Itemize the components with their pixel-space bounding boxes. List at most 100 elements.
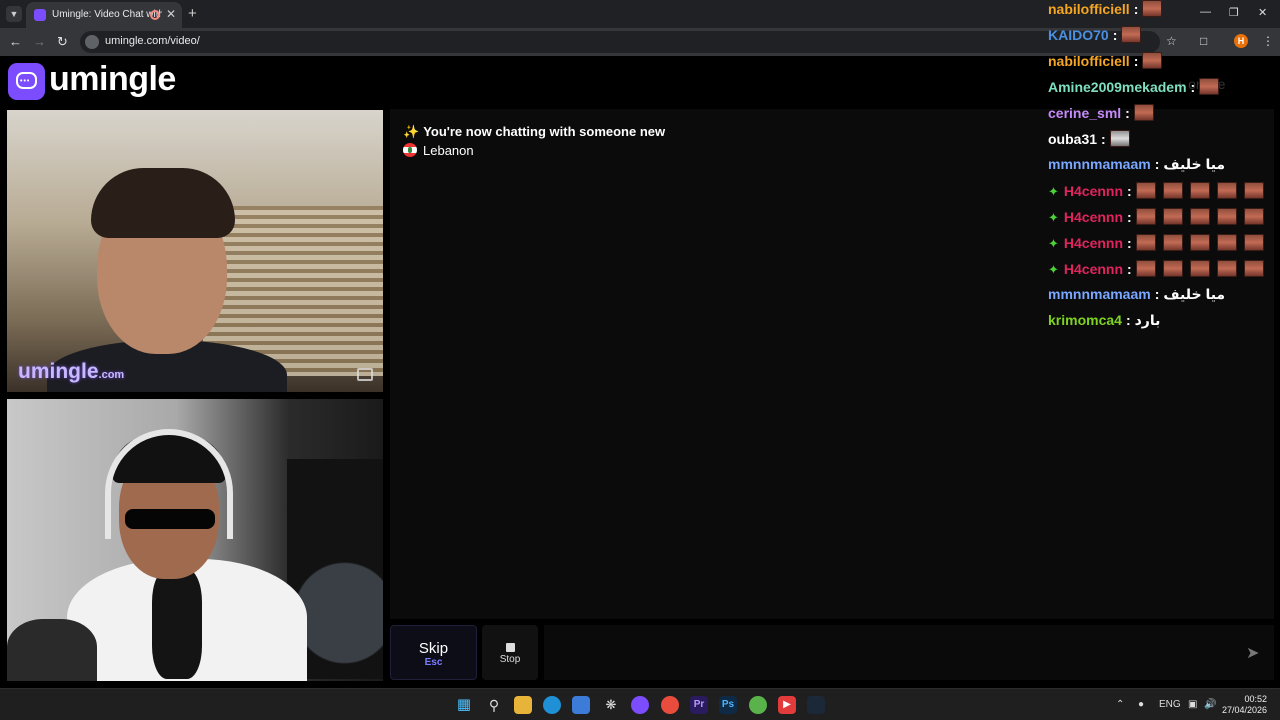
chat-message: krimomca4: بارد <box>1048 312 1160 332</box>
microphone <box>7 619 97 681</box>
umingle-logo-icon[interactable]: ••• <box>8 63 45 100</box>
forward-icon[interactable]: → <box>33 34 46 49</box>
site-info-icon[interactable] <box>85 35 99 49</box>
chat-message: ouba31: <box>1048 130 1137 150</box>
face-emote-icon <box>1216 182 1237 199</box>
face-emote-icon <box>1243 234 1264 251</box>
chat-username[interactable]: Amine2009mekadem <box>1048 79 1187 95</box>
chat-username[interactable]: ouba31 <box>1048 131 1097 147</box>
chat-message: nabilofficiell: <box>1048 0 1169 20</box>
windows-taskbar: ▦ ⚲ ❋ Pr Ps ▶ ⌃ ● ENG ▣ 🔊 00:52 27/04/20… <box>0 688 1280 720</box>
chat-username[interactable]: krimomca4 <box>1048 312 1122 328</box>
microphone-icon[interactable]: ● <box>1138 699 1144 710</box>
media-player-icon[interactable]: ▶ <box>778 696 796 714</box>
file-explorer-icon[interactable] <box>514 696 532 714</box>
tray-overflow-icon[interactable]: ⌃ <box>1116 699 1124 710</box>
chat-separator: : <box>1125 105 1130 121</box>
chat-message: ✦ H4cennn: <box>1048 234 1271 254</box>
photoshop-icon[interactable]: Ps <box>719 696 737 714</box>
chat-message: mmnnmamaam: ميا خليف <box>1048 156 1225 176</box>
chat-username[interactable]: cerine_sml <box>1048 105 1121 121</box>
reload-icon[interactable]: ↻ <box>57 34 68 50</box>
face-emote-icon <box>1162 260 1183 277</box>
start-icon[interactable]: ▦ <box>455 696 473 714</box>
skip-button[interactable]: Skip Esc <box>390 625 477 680</box>
back-icon[interactable]: ← <box>9 34 22 49</box>
chat-username[interactable]: nabilofficiell <box>1048 1 1130 17</box>
dots-icon: ••• <box>20 78 31 85</box>
store-icon[interactable] <box>572 696 590 714</box>
chat-username[interactable]: mmnnmamaam <box>1048 156 1151 172</box>
chat-username[interactable]: H4cennn <box>1064 183 1123 199</box>
chat-message: mmnnmamaam: ميا خليف <box>1048 286 1225 306</box>
face-emote-icon <box>1243 260 1264 277</box>
chat-message: Amine2009mekadem: <box>1048 78 1226 98</box>
chat-separator: : <box>1154 286 1160 302</box>
clock[interactable]: 00:52 27/04/2026 <box>1222 694 1267 716</box>
chat-username[interactable]: H4cennn <box>1064 209 1123 225</box>
chat-username[interactable]: KAIDO70 <box>1048 27 1109 43</box>
face-emote-icon <box>1135 208 1156 225</box>
chat-separator: : <box>1112 27 1118 43</box>
utorrent-icon[interactable] <box>749 696 767 714</box>
screen: ▼ Umingle: Video Chat with S ✕ + — ❐ ✕ ←… <box>0 0 1280 720</box>
lebanon-flag-icon <box>403 143 417 157</box>
volume-icon[interactable]: 🔊 <box>1204 699 1216 710</box>
clock-time: 00:52 <box>1244 694 1268 704</box>
stranger-hair <box>91 168 235 238</box>
send-icon[interactable]: ➤ <box>1246 643 1259 663</box>
sparkle-icon: ✨ <box>403 124 420 139</box>
umingle-favicon-icon <box>34 9 46 21</box>
face-emote-icon <box>1216 234 1237 251</box>
language-indicator[interactable]: ENG <box>1159 699 1181 710</box>
steam-icon[interactable] <box>807 696 825 714</box>
face-emote-icon <box>1142 0 1163 17</box>
app-icon[interactable] <box>631 696 649 714</box>
chat-username[interactable]: H4cennn <box>1064 261 1123 277</box>
message-input[interactable] <box>544 625 1274 680</box>
country-name: Lebanon <box>423 143 474 158</box>
logo-text[interactable]: umingle <box>49 60 176 99</box>
tab-search-icon[interactable]: ▼ <box>6 6 22 22</box>
browser-tab[interactable]: Umingle: Video Chat with S ✕ <box>26 2 182 28</box>
chat-separator: : <box>1154 156 1160 172</box>
search-icon[interactable]: ⚲ <box>485 696 503 714</box>
report-flag-icon[interactable] <box>357 368 373 381</box>
close-tab-icon[interactable]: ✕ <box>166 7 176 21</box>
face-emote-icon <box>1243 182 1264 199</box>
chat-text: بارد <box>1134 312 1161 328</box>
address-bar[interactable]: umingle.com/video/ <box>80 31 1160 53</box>
chat-separator: : <box>1133 1 1139 17</box>
face-emote-icon <box>1199 78 1220 95</box>
self-shirt <box>152 569 202 679</box>
chatgpt-icon[interactable]: ❋ <box>602 696 620 714</box>
network-icon[interactable]: ▣ <box>1188 699 1197 710</box>
chat-message: cerine_sml: <box>1048 104 1161 124</box>
face-emote-icon <box>1216 260 1237 277</box>
recording-icon <box>150 10 160 20</box>
chat-message: ✦ H4cennn: <box>1048 182 1271 202</box>
chrome-icon[interactable] <box>661 696 679 714</box>
face-emote-icon <box>1216 208 1237 225</box>
stop-button[interactable]: Stop <box>482 625 538 680</box>
chat-username[interactable]: H4cennn <box>1064 235 1123 251</box>
umingle-watermark: umingle.com <box>18 360 125 383</box>
subscriber-badge-icon: ✦ <box>1048 184 1059 199</box>
chat-username[interactable]: mmnnmamaam <box>1048 286 1151 302</box>
subscriber-badge-icon: ✦ <box>1048 236 1059 251</box>
edge-icon[interactable] <box>543 696 561 714</box>
chat-message: nabilofficiell: <box>1048 52 1169 72</box>
chat-text: ميا خليف <box>1163 156 1226 172</box>
new-tab-button[interactable]: + <box>188 5 197 22</box>
chat-message: ✦ H4cennn: <box>1048 260 1271 280</box>
chat-text: ميا خليف <box>1163 286 1226 302</box>
sunglasses <box>125 509 215 529</box>
chat-separator: : <box>1101 131 1106 147</box>
stop-icon <box>505 643 515 652</box>
cat-emote-icon <box>1109 130 1130 147</box>
face-emote-icon <box>1142 52 1163 69</box>
chat-separator: : <box>1125 312 1131 328</box>
premiere-icon[interactable]: Pr <box>690 696 708 714</box>
stranger-video: umingle.com <box>7 110 383 392</box>
chat-username[interactable]: nabilofficiell <box>1048 53 1130 69</box>
